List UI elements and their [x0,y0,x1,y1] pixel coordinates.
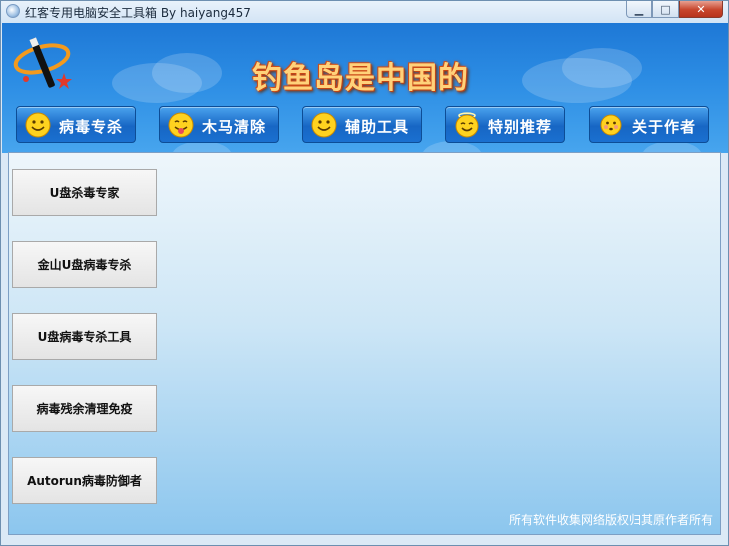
close-button[interactable]: ✕ [679,1,723,18]
minimize-button[interactable]: ▁ [626,1,652,18]
magic-wand-icon [13,37,72,89]
tool-button-autorun-defender[interactable]: Autorun病毒防御者 [12,457,157,504]
header-banner: 钓鱼岛是中国的 病毒专杀 木马清除 辅助工具 特别推荐 关于作者 [2,23,728,153]
copyright-notice: 所有软件收集网络版权归其原作者所有 [508,513,713,527]
tool-button-usb-virus-killer[interactable]: U盘病毒专杀工具 [12,313,157,360]
nav-button-label: 辅助工具 [345,118,410,136]
nav-button-label: 特别推荐 [488,118,553,136]
maximize-button[interactable]: □ [652,1,679,18]
cloud-decoration [562,48,642,88]
nav-button-label: 关于作者 [632,118,697,136]
cloud-decoration [152,53,222,93]
app-icon [6,4,20,18]
nav-button-aux-tools[interactable]: 辅助工具 [302,106,422,143]
smiley-icon [25,112,51,138]
nav-button-about-author[interactable]: 关于作者 [589,106,709,143]
tool-button-virus-residue-cleaner[interactable]: 病毒残余清理免疫 [12,385,157,432]
content-panel: U盘杀毒专家 金山U盘病毒专杀 U盘病毒专杀工具 病毒残余清理免疫 Autoru… [8,152,721,535]
nav-button-label: 病毒专杀 [59,118,124,136]
app-window: 红客专用电脑安全工具箱 By haiyang457 ▁ □ ✕ 钓鱼岛是中国的 … [0,0,729,546]
tongue-out-smiley-icon [168,112,194,138]
window-title: 红客专用电脑安全工具箱 By haiyang457 [25,6,251,20]
title-bar[interactable]: 红客专用电脑安全工具箱 By haiyang457 ▁ □ ✕ [1,1,728,23]
nav-button-virus-kill[interactable]: 病毒专杀 [16,106,136,143]
nav-button-trojan-clean[interactable]: 木马清除 [159,106,279,143]
slogan-text: 钓鱼岛是中国的 [252,61,469,96]
nav-button-recommended[interactable]: 特别推荐 [445,106,565,143]
nav-button-label: 木马清除 [202,118,267,136]
tool-button-kingsoft-usb-killer[interactable]: 金山U盘病毒专杀 [12,241,157,288]
tool-button-usb-antivirus-expert[interactable]: U盘杀毒专家 [12,169,157,216]
blush-smiley-icon [600,114,622,136]
angel-smiley-icon [455,112,479,138]
smiley-icon [311,112,337,138]
